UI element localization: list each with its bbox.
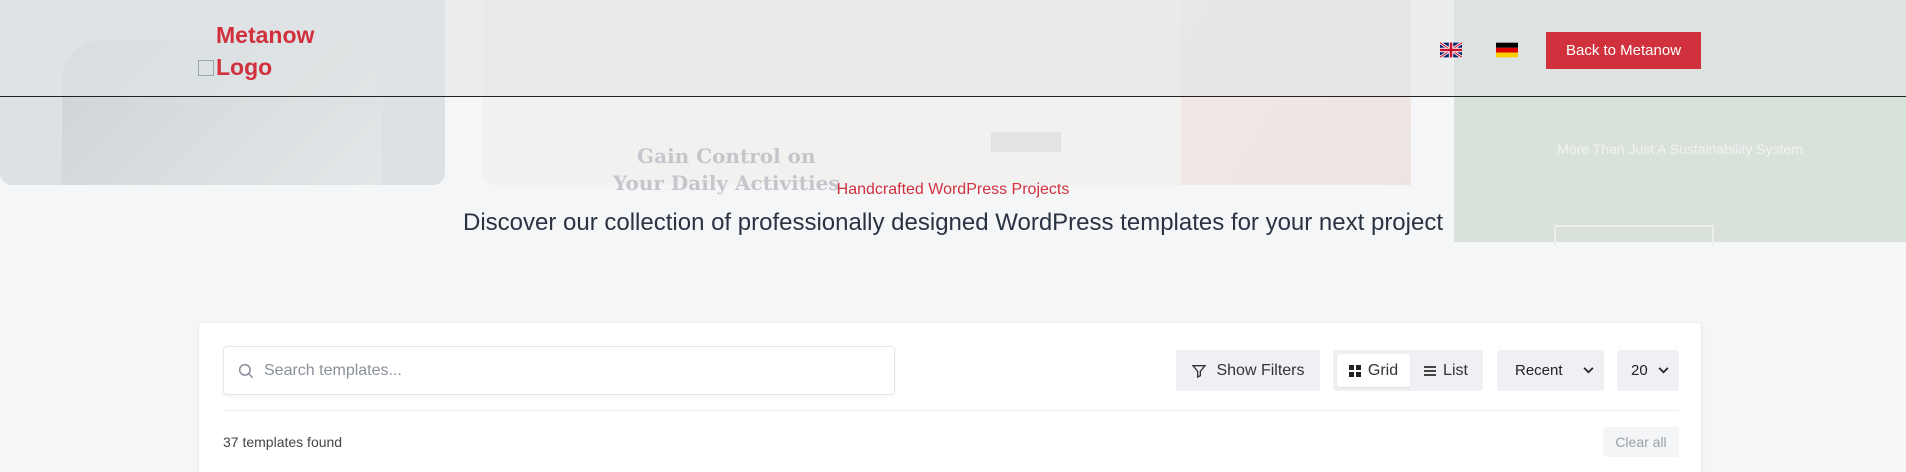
flag-de-icon[interactable]: [1496, 42, 1518, 58]
flag-uk-icon[interactable]: [1440, 42, 1462, 58]
search-icon: [238, 363, 254, 379]
chevron-down-icon: [1658, 367, 1669, 374]
view-toggle: Grid List: [1333, 350, 1483, 391]
sort-select-value: Recent: [1515, 362, 1563, 379]
clear-all-button[interactable]: Clear all: [1603, 427, 1679, 457]
list-view-button[interactable]: List: [1413, 354, 1479, 387]
template-browser-panel: Show Filters Grid List Recent 20 37 temp…: [198, 322, 1702, 472]
grid-icon: [1348, 364, 1361, 377]
grid-view-button[interactable]: Grid: [1337, 354, 1410, 387]
search-input[interactable]: [264, 347, 884, 394]
hero-subtitle: Discover our collection of professionall…: [462, 209, 1443, 236]
metanow-logo[interactable]: Metanow Logo: [198, 19, 346, 83]
hero-eyebrow: Handcrafted WordPress Projects: [836, 181, 1070, 198]
list-view-label: List: [1443, 361, 1468, 379]
back-to-metanow-button[interactable]: Back to Metanow: [1546, 32, 1701, 69]
show-filters-button[interactable]: Show Filters: [1176, 350, 1320, 391]
toolbar-divider: [223, 410, 1679, 411]
broken-image-icon: [198, 60, 214, 76]
show-filters-label: Show Filters: [1216, 361, 1305, 379]
per-page-select-value: 20: [1631, 362, 1648, 379]
per-page-select[interactable]: 20: [1617, 350, 1679, 391]
filter-icon: [1192, 364, 1207, 378]
site-header: Metanow Logo Back to Metanow: [0, 0, 1906, 97]
list-icon: [1424, 365, 1437, 376]
search-box: [223, 346, 895, 395]
logo-alt-text: Metanow Logo: [216, 22, 315, 80]
results-count: 37 templates found: [223, 434, 343, 450]
grid-view-label: Grid: [1367, 361, 1399, 379]
sort-select[interactable]: Recent: [1497, 350, 1604, 391]
chevron-down-icon: [1583, 367, 1594, 374]
